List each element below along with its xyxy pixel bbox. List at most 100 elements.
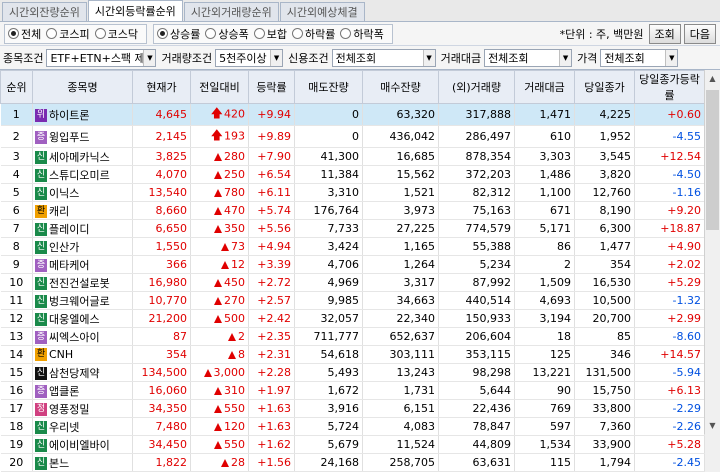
stock-name-cell[interactable]: 증 메타케어 [32, 255, 133, 274]
close-rate-cell: -8.60 [634, 327, 705, 346]
scroll-down-icon[interactable]: ▼ [705, 417, 720, 434]
table-row[interactable]: 7 신 플레이디 6,650 350 +5.56 7,733 27,225 774,579 5,1… [0, 219, 705, 238]
stock-name-cell[interactable]: 증 씨엑스아이 [32, 327, 133, 346]
table-row[interactable]: 20 신 본느 1,822 28 +1.56 24,168 258,705 63,631 115 1… [0, 453, 705, 472]
market-badge: 증 [35, 131, 47, 144]
stock-name-cell[interactable]: 증 윙입푸드 [32, 125, 133, 148]
table-row[interactable]: 16 증 앱클론 16,060 310 +1.97 1,672 1,731 5,644 90 15,… [0, 381, 705, 400]
ask-volume-cell: 54,618 [294, 345, 363, 364]
rate-cell: +5.74 [248, 201, 295, 220]
trade-amount-cell: 671 [514, 201, 575, 220]
sort-radio-2[interactable]: 보합 [253, 26, 287, 42]
ask-volume-cell: 7,733 [294, 219, 363, 238]
upper-limit-arrow-icon: 🡅 [210, 106, 223, 120]
stock-name-cell[interactable]: 정 영풍정밀 [32, 399, 133, 418]
market-radio-1[interactable]: 코스피 [46, 26, 90, 42]
table-row[interactable]: 11 신 벙크웨어글로 10,770 270 +2.57 9,985 34,663 440,51… [0, 291, 705, 310]
column-header[interactable]: 전일대비 [190, 70, 249, 104]
rate-cell: +2.35 [248, 327, 295, 346]
table-row[interactable]: 8 신 인산가 1,550 73 +4.94 3,424 1,165 55,388 86 1,477… [0, 237, 705, 256]
market-badge: 위 [35, 109, 47, 122]
bid-volume-cell: 1,165 [362, 237, 439, 256]
change-value: 270 [224, 294, 245, 307]
stock-name-cell[interactable]: 신 인산가 [32, 237, 133, 256]
table-row[interactable]: 10 신 전진건설로봇 16,980 450 +2.72 4,969 3,317 87,992 1… [0, 273, 705, 292]
sort-radio-4[interactable]: 하락폭 [340, 26, 384, 42]
table-row[interactable]: 9 증 메타케어 366 12 +3.39 4,706 1,264 5,234 2 354 +2.02 [0, 255, 705, 274]
stock-name-cell[interactable]: 위 하이트론 [32, 103, 133, 126]
scroll-up-icon[interactable]: ▲ [705, 70, 720, 87]
sort-radio-1[interactable]: 상승폭 [205, 26, 249, 42]
volume-select[interactable]: 5천주이상 ▼ [215, 48, 284, 67]
table-row[interactable]: 15 신 삼천당제약 134,500 3,000 +2.28 5,493 13,243 98,2… [0, 363, 705, 382]
query-button[interactable]: 조회 [648, 23, 681, 44]
vertical-scrollbar[interactable]: ▲ ▼ [704, 70, 720, 434]
next-button[interactable]: 다음 [683, 23, 716, 44]
table-row[interactable]: 14 환 CNH 354 8 +2.31 54,618 303,111 353,115 125 34… [0, 345, 705, 364]
column-header[interactable]: 당일종가등락률 [634, 70, 705, 104]
change-value: 500 [224, 312, 245, 325]
table-row[interactable]: 6 환 캐리 8,660 470 +5.74 176,764 3,973 75,163 671 8,… [0, 201, 705, 220]
stock-name-cell[interactable]: 신 플레이디 [32, 219, 133, 238]
tab-0[interactable]: 시간외잔량순위 [2, 2, 87, 21]
change-value: 470 [224, 204, 245, 217]
stock-name-cell[interactable]: 증 앱클론 [32, 381, 133, 400]
stock-name-cell[interactable]: 신 세아메카닉스 [32, 147, 133, 166]
table-row[interactable]: 13 증 씨엑스아이 87 2 +2.35 711,777 652,637 206,604 18 8… [0, 327, 705, 346]
column-header[interactable]: (외)거래량 [438, 70, 515, 104]
stock-name-cell[interactable]: 신 삼천당제약 [32, 363, 133, 382]
price-select[interactable]: 전체조회 ▼ [600, 48, 679, 67]
tab-3[interactable]: 시간외예상체결 [279, 2, 365, 21]
stock-name-cell[interactable]: 신 벙크웨어글로 [32, 291, 133, 310]
table-row[interactable]: 12 신 대웅엘에스 21,200 500 +2.42 32,057 22,340 150,93… [0, 309, 705, 328]
table-row[interactable]: 17 정 영풍정밀 34,350 550 +1.63 3,916 6,151 22,436 769… [0, 399, 705, 418]
column-header[interactable]: 매도잔량 [294, 70, 363, 104]
sort-radio-0[interactable]: 상승률 [157, 26, 200, 42]
stock-name-cell[interactable]: 신 본느 [32, 453, 133, 472]
table-row[interactable]: 19 신 에이비엘바이 34,450 550 +1.62 5,679 11,524 44,809… [0, 435, 705, 454]
stock-name-cell[interactable]: 신 전진건설로봇 [32, 273, 133, 292]
stock-name-cell[interactable]: 환 캐리 [32, 201, 133, 220]
scroll-thumb[interactable] [706, 90, 719, 230]
market-badge: 신 [35, 295, 47, 308]
amount-select[interactable]: 전체조회 ▼ [484, 48, 573, 67]
stock-name-cell[interactable]: 신 대웅엘에스 [32, 309, 133, 328]
column-header[interactable]: 거래대금 [514, 70, 575, 104]
table-row[interactable]: 3 신 세아메카닉스 3,825 280 +7.90 41,300 16,685 878,354… [0, 147, 705, 166]
column-header[interactable]: 순위 [0, 70, 33, 104]
market-radio-2[interactable]: 코스닥 [94, 26, 138, 42]
stock-name-cell[interactable]: 환 CNH [32, 345, 133, 364]
up-triangle-icon [214, 225, 222, 233]
stock-name-cell[interactable]: 신 에이비엘바이 [32, 435, 133, 454]
column-header[interactable]: 현재가 [132, 70, 191, 104]
sort-radio-3[interactable]: 하락률 [292, 26, 335, 42]
tab-2[interactable]: 시간외거래량순위 [183, 2, 279, 21]
rank-cell: 10 [0, 273, 33, 292]
jongmok-select[interactable]: ETF+ETN+스팩 제외 ▼ [46, 48, 157, 67]
credit-select[interactable]: 전체조회 ▼ [331, 48, 436, 67]
column-header[interactable]: 종목명 [32, 70, 133, 104]
trade-volume-cell: 878,354 [438, 147, 515, 166]
close-rate-cell: -1.16 [634, 183, 705, 202]
ask-volume-cell: 3,424 [294, 237, 363, 256]
table-row[interactable]: 1 위 하이트론 4,645 🡅420 +9.94 0 63,320 317,888 1,471 4… [0, 103, 705, 126]
change-cell: 28 [190, 453, 249, 472]
bid-volume-cell: 3,973 [362, 201, 439, 220]
trade-volume-cell: 98,298 [438, 363, 515, 382]
stock-name-cell[interactable]: 신 우리넷 [32, 417, 133, 436]
stock-name-cell[interactable]: 신 스튜디오미르 [32, 165, 133, 184]
tab-1[interactable]: 시간외등락률순위 [87, 0, 183, 21]
table-row[interactable]: 18 신 우리넷 7,480 120 +1.63 5,724 4,083 78,847 597 7,… [0, 417, 705, 436]
trade-volume-cell: 22,436 [438, 399, 515, 418]
trade-amount-cell: 769 [514, 399, 575, 418]
stock-name-cell[interactable]: 신 이닉스 [32, 183, 133, 202]
column-header[interactable]: 매수잔량 [362, 70, 439, 104]
table-row[interactable]: 5 신 이닉스 13,540 780 +6.11 3,310 1,521 82,312 1,100… [0, 183, 705, 202]
column-header[interactable]: 등락률 [248, 70, 295, 104]
market-radio-0[interactable]: 전체 [8, 26, 41, 42]
column-header[interactable]: 당일종가 [574, 70, 635, 104]
table-row[interactable]: 4 신 스튜디오미르 4,070 250 +6.54 11,384 15,562 372,203… [0, 165, 705, 184]
table-row[interactable]: 2 증 윙입푸드 2,145 🡅193 +9.89 0 436,042 286,497 610 1,… [0, 125, 705, 148]
rank-cell: 6 [0, 201, 33, 220]
change-value: 450 [224, 276, 245, 289]
